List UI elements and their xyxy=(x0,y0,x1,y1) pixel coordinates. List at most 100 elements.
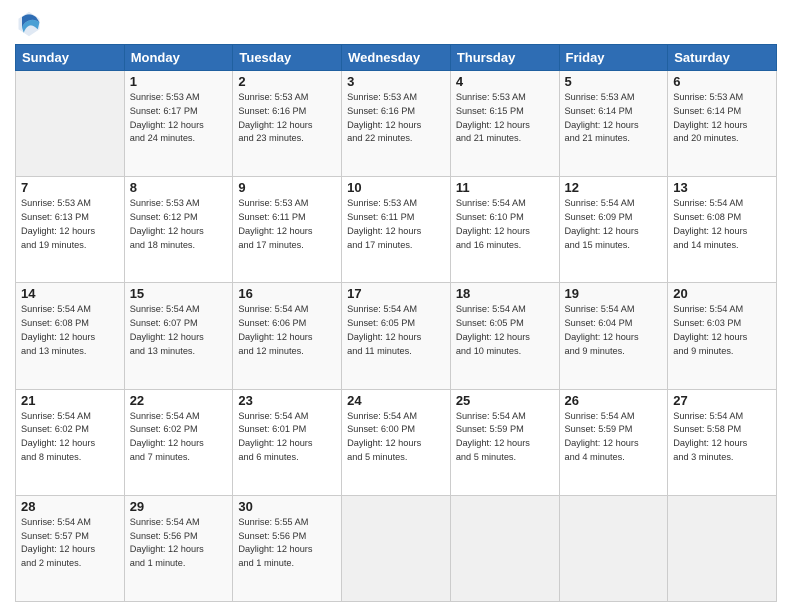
day-number: 10 xyxy=(347,180,445,195)
calendar-week-row: 7Sunrise: 5:53 AMSunset: 6:13 PMDaylight… xyxy=(16,177,777,283)
calendar-cell: 23 Sunrise: 5:54 AMSunset: 6:01 PMDayligh… xyxy=(233,389,342,495)
day-info: Sunrise: 5:54 AMSunset: 6:07 PMDaylight:… xyxy=(130,303,228,358)
calendar-cell: 24Sunrise: 5:54 AMSunset: 6:00 PMDayligh… xyxy=(342,389,451,495)
day-number: 26 xyxy=(565,393,663,408)
day-number: 30 xyxy=(238,499,336,514)
day-info: Sunrise: 5:54 AMSunset: 6:09 PMDaylight:… xyxy=(565,197,663,252)
day-info: Sunrise: 5:54 AMSunset: 6:08 PMDaylight:… xyxy=(673,197,771,252)
day-info: Sunrise: 5:54 AMSunset: 6:01 PMDaylight:… xyxy=(238,410,336,465)
day-number: 16 xyxy=(238,286,336,301)
weekday-header: Saturday xyxy=(668,45,777,71)
day-number: 28 xyxy=(21,499,119,514)
calendar-cell: 6Sunrise: 5:53 AMSunset: 6:14 PMDaylight… xyxy=(668,71,777,177)
day-number: 7 xyxy=(21,180,119,195)
day-info: Sunrise: 5:53 AMSunset: 6:11 PMDaylight:… xyxy=(238,197,336,252)
day-info: Sunrise: 5:54 AMSunset: 6:02 PMDaylight:… xyxy=(130,410,228,465)
day-number: 21 xyxy=(21,393,119,408)
weekday-header: Monday xyxy=(124,45,233,71)
day-number: 29 xyxy=(130,499,228,514)
page: SundayMondayTuesdayWednesdayThursdayFrid… xyxy=(0,0,792,612)
calendar-cell: 28 Sunrise: 5:54 AMSunset: 5:57 PMDayligh… xyxy=(16,495,125,601)
calendar-cell: 17Sunrise: 5:54 AMSunset: 6:05 PMDayligh… xyxy=(342,283,451,389)
calendar-cell xyxy=(559,495,668,601)
day-number: 13 xyxy=(673,180,771,195)
calendar-cell: 4 Sunrise: 5:53 AMSunset: 6:15 PMDaylight… xyxy=(450,71,559,177)
day-number: 19 xyxy=(565,286,663,301)
day-info: Sunrise: 5:53 AMSunset: 6:16 PMDaylight:… xyxy=(238,91,336,146)
calendar-cell: 19 Sunrise: 5:54 AMSunset: 6:04 PMDayligh… xyxy=(559,283,668,389)
weekday-header: Wednesday xyxy=(342,45,451,71)
weekday-header: Thursday xyxy=(450,45,559,71)
weekday-header: Tuesday xyxy=(233,45,342,71)
calendar-body: 1 Sunrise: 5:53 AMSunset: 6:17 PMDaylight… xyxy=(16,71,777,602)
weekday-row: SundayMondayTuesdayWednesdayThursdayFrid… xyxy=(16,45,777,71)
day-number: 4 xyxy=(456,74,554,89)
day-info: Sunrise: 5:54 AMSunset: 6:05 PMDaylight:… xyxy=(456,303,554,358)
day-info: Sunrise: 5:53 AMSunset: 6:17 PMDaylight:… xyxy=(130,91,228,146)
day-info: Sunrise: 5:54 AMSunset: 6:06 PMDaylight:… xyxy=(238,303,336,358)
calendar-cell: 22 Sunrise: 5:54 AMSunset: 6:02 PMDayligh… xyxy=(124,389,233,495)
day-number: 20 xyxy=(673,286,771,301)
day-info: Sunrise: 5:54 AMSunset: 6:00 PMDaylight:… xyxy=(347,410,445,465)
calendar-week-row: 21 Sunrise: 5:54 AMSunset: 6:02 PMDayligh… xyxy=(16,389,777,495)
day-number: 17 xyxy=(347,286,445,301)
day-info: Sunrise: 5:53 AMSunset: 6:15 PMDaylight:… xyxy=(456,91,554,146)
logo xyxy=(15,10,47,38)
day-number: 1 xyxy=(130,74,228,89)
calendar-cell: 13 Sunrise: 5:54 AMSunset: 6:08 PMDayligh… xyxy=(668,177,777,283)
weekday-header: Sunday xyxy=(16,45,125,71)
day-info: Sunrise: 5:54 AMSunset: 6:02 PMDaylight:… xyxy=(21,410,119,465)
calendar-cell xyxy=(16,71,125,177)
day-number: 3 xyxy=(347,74,445,89)
day-number: 23 xyxy=(238,393,336,408)
calendar-cell: 26 Sunrise: 5:54 AMSunset: 5:59 PMDayligh… xyxy=(559,389,668,495)
day-number: 18 xyxy=(456,286,554,301)
day-number: 5 xyxy=(565,74,663,89)
calendar-cell: 27 Sunrise: 5:54 AMSunset: 5:58 PMDayligh… xyxy=(668,389,777,495)
calendar-week-row: 1 Sunrise: 5:53 AMSunset: 6:17 PMDaylight… xyxy=(16,71,777,177)
day-number: 22 xyxy=(130,393,228,408)
calendar-header: SundayMondayTuesdayWednesdayThursdayFrid… xyxy=(16,45,777,71)
calendar-cell: 10 Sunrise: 5:53 AMSunset: 6:11 PMDayligh… xyxy=(342,177,451,283)
calendar-cell xyxy=(668,495,777,601)
day-info: Sunrise: 5:54 AMSunset: 5:58 PMDaylight:… xyxy=(673,410,771,465)
calendar-cell: 25 Sunrise: 5:54 AMSunset: 5:59 PMDayligh… xyxy=(450,389,559,495)
calendar-cell: 2 Sunrise: 5:53 AMSunset: 6:16 PMDaylight… xyxy=(233,71,342,177)
day-info: Sunrise: 5:54 AMSunset: 5:57 PMDaylight:… xyxy=(21,516,119,571)
calendar-cell: 8Sunrise: 5:53 AMSunset: 6:12 PMDaylight… xyxy=(124,177,233,283)
calendar-cell: 15 Sunrise: 5:54 AMSunset: 6:07 PMDayligh… xyxy=(124,283,233,389)
day-info: Sunrise: 5:54 AMSunset: 5:59 PMDaylight:… xyxy=(456,410,554,465)
calendar-table: SundayMondayTuesdayWednesdayThursdayFrid… xyxy=(15,44,777,602)
day-info: Sunrise: 5:54 AMSunset: 6:08 PMDaylight:… xyxy=(21,303,119,358)
day-number: 27 xyxy=(673,393,771,408)
day-info: Sunrise: 5:53 AMSunset: 6:14 PMDaylight:… xyxy=(565,91,663,146)
day-number: 25 xyxy=(456,393,554,408)
day-number: 12 xyxy=(565,180,663,195)
calendar-cell: 7Sunrise: 5:53 AMSunset: 6:13 PMDaylight… xyxy=(16,177,125,283)
calendar-cell: 3Sunrise: 5:53 AMSunset: 6:16 PMDaylight… xyxy=(342,71,451,177)
day-info: Sunrise: 5:54 AMSunset: 5:59 PMDaylight:… xyxy=(565,410,663,465)
day-info: Sunrise: 5:53 AMSunset: 6:12 PMDaylight:… xyxy=(130,197,228,252)
day-info: Sunrise: 5:53 AMSunset: 6:11 PMDaylight:… xyxy=(347,197,445,252)
calendar-cell: 11 Sunrise: 5:54 AMSunset: 6:10 PMDayligh… xyxy=(450,177,559,283)
calendar-cell: 16 Sunrise: 5:54 AMSunset: 6:06 PMDayligh… xyxy=(233,283,342,389)
day-number: 9 xyxy=(238,180,336,195)
calendar-cell xyxy=(450,495,559,601)
day-number: 11 xyxy=(456,180,554,195)
weekday-header: Friday xyxy=(559,45,668,71)
calendar-cell: 12 Sunrise: 5:54 AMSunset: 6:09 PMDayligh… xyxy=(559,177,668,283)
calendar-cell: 14Sunrise: 5:54 AMSunset: 6:08 PMDayligh… xyxy=(16,283,125,389)
day-info: Sunrise: 5:54 AMSunset: 6:04 PMDaylight:… xyxy=(565,303,663,358)
day-number: 6 xyxy=(673,74,771,89)
calendar-cell: 30Sunrise: 5:55 AMSunset: 5:56 PMDayligh… xyxy=(233,495,342,601)
day-info: Sunrise: 5:54 AMSunset: 6:10 PMDaylight:… xyxy=(456,197,554,252)
day-number: 2 xyxy=(238,74,336,89)
calendar-cell xyxy=(342,495,451,601)
calendar-cell: 5 Sunrise: 5:53 AMSunset: 6:14 PMDaylight… xyxy=(559,71,668,177)
day-number: 15 xyxy=(130,286,228,301)
calendar-cell: 20Sunrise: 5:54 AMSunset: 6:03 PMDayligh… xyxy=(668,283,777,389)
calendar-cell: 29Sunrise: 5:54 AMSunset: 5:56 PMDayligh… xyxy=(124,495,233,601)
calendar-cell: 21 Sunrise: 5:54 AMSunset: 6:02 PMDayligh… xyxy=(16,389,125,495)
calendar-cell: 18 Sunrise: 5:54 AMSunset: 6:05 PMDayligh… xyxy=(450,283,559,389)
calendar-week-row: 28 Sunrise: 5:54 AMSunset: 5:57 PMDayligh… xyxy=(16,495,777,601)
